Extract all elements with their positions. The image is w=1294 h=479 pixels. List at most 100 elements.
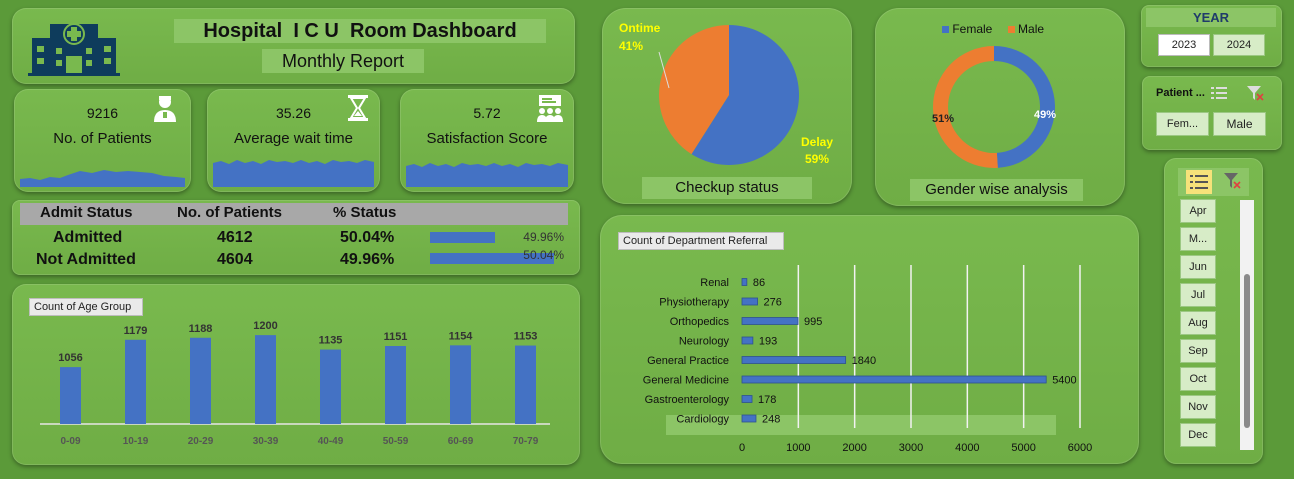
admit-row-pct: 50.04% [340, 229, 395, 246]
patient-option-male[interactable]: Male [1213, 112, 1266, 136]
multi-select-icon[interactable] [1210, 85, 1228, 101]
admit-table-header-count: No. of Patients [177, 204, 283, 221]
age-bar [450, 345, 471, 424]
donut-pct-male: 51% [932, 113, 954, 125]
kpi-card-satisfaction: 5.72 Satisfaction Score [400, 89, 574, 192]
age-bar-label: 1056 [58, 352, 82, 364]
dept-tick-label: 6000 [1068, 442, 1092, 454]
month-option[interactable]: Sep [1180, 339, 1216, 363]
kpi-sparkline [20, 170, 185, 187]
month-option[interactable]: Oct [1180, 367, 1216, 391]
donut-slice-female [994, 46, 1055, 168]
dept-category-label: Cardiology [676, 414, 729, 426]
dept-bar-label: 86 [753, 277, 765, 289]
age-bar [255, 335, 276, 424]
checkup-title: Checkup status [642, 177, 812, 199]
admit-row-status: Not Admitted [36, 251, 136, 268]
age-bar-label: 1151 [384, 331, 408, 343]
age-bar [515, 345, 536, 424]
dept-bar [741, 395, 753, 403]
month-option[interactable]: M... [1180, 227, 1216, 251]
kpi-label: Average wait time [234, 130, 353, 147]
gender-title: Gender wise analysis [910, 179, 1083, 201]
dept-bar [741, 375, 1047, 384]
month-option[interactable]: Dec [1180, 423, 1216, 447]
dept-tick-label: 2000 [842, 442, 866, 454]
month-slicer: Apr M... Jun Jul Aug Sep Oct Nov Dec [1164, 158, 1263, 464]
dept-category-label: Gastroenterology [645, 394, 730, 406]
dept-category-label: General Practice [647, 355, 729, 367]
dept-bar-label: 276 [764, 297, 782, 309]
dept-bar [741, 336, 754, 345]
age-bar-label: 1153 [514, 331, 538, 343]
kpi-sparkline [406, 163, 568, 187]
age-bar-label: 1154 [449, 330, 474, 342]
dept-bar [741, 317, 799, 325]
scrollbar-thumb[interactable] [1244, 274, 1250, 428]
dept-bar-label: 248 [762, 414, 780, 426]
year-slicer-title: YEAR [1146, 8, 1276, 27]
donut-slice-male [932, 46, 998, 168]
hospital-building-icon [28, 23, 120, 76]
dashboard-subtitle: Monthly Report [262, 49, 424, 73]
gender-panel: Female Male 49% 51% Gender wise analysis [875, 8, 1125, 206]
age-bar-label: 1135 [319, 335, 343, 347]
databar-label: 49.96% [523, 230, 564, 244]
patient-gender-slicer: Patient ... Fem... Male [1142, 76, 1282, 150]
dept-category-label: Renal [700, 277, 729, 289]
department-referral-panel: Count of Department Referral 0 1000 2000 30… [600, 215, 1139, 464]
age-bar [320, 349, 341, 424]
year-option-2024[interactable]: 2024 [1213, 34, 1265, 56]
dept-bar-label: 1840 [852, 355, 876, 367]
admit-row-pct: 49.96% [340, 251, 395, 268]
age-tick-label: 70-79 [513, 436, 539, 447]
age-group-panel: Count of Age Group 1056 0-09 1179 10-19 1188… [12, 284, 580, 465]
month-option[interactable]: Jul [1180, 283, 1216, 307]
age-bar [60, 367, 81, 424]
doctor-icon [154, 96, 176, 122]
dept-category-label: Physiotherapy [659, 297, 729, 309]
age-tick-label: 30-39 [253, 436, 279, 447]
age-bar [190, 337, 211, 424]
clear-filter-icon[interactable] [1223, 172, 1241, 190]
month-option[interactable]: Jun [1180, 255, 1216, 279]
age-bar-label: 1188 [189, 323, 213, 335]
admit-row-count: 4604 [217, 251, 253, 268]
checkup-status-panel: Ontime 41% Delay 59% Checkup status [602, 8, 852, 204]
kpi-card-wait-time: 35.26 Average wait time [207, 89, 380, 192]
databar-label: 50.04% [523, 248, 564, 262]
month-option[interactable]: Aug [1180, 311, 1216, 335]
dept-bar [741, 414, 757, 423]
month-option[interactable]: Nov [1180, 395, 1216, 419]
year-slicer: YEAR 2023 2024 [1141, 5, 1282, 67]
dept-bar-label: 5400 [1052, 375, 1076, 387]
databar-fill [430, 232, 495, 243]
multi-select-icon[interactable] [1186, 170, 1212, 194]
age-bar [385, 346, 406, 424]
gender-donut-chart: 49% 51% [932, 46, 1056, 168]
month-option[interactable]: Apr [1180, 199, 1216, 223]
header-panel: Hospital I C U Room Dashboard Monthly Re… [12, 8, 575, 84]
pie-label-delay: Delay [801, 135, 833, 149]
age-bar-label: 1179 [124, 325, 148, 337]
clear-filter-icon[interactable] [1246, 85, 1264, 101]
patient-option-female[interactable]: Fem... [1156, 112, 1209, 136]
admit-row-databar: 50.04% [430, 248, 564, 264]
age-tick-label: 0-09 [60, 436, 80, 447]
dept-tick-label: 5000 [1011, 442, 1035, 454]
admit-row-status: Admitted [53, 229, 123, 246]
department-referral-chart: 0 1000 2000 3000 4000 5000 6000 Renal 86 Physioth… [643, 265, 1092, 454]
hourglass-icon [348, 95, 368, 121]
kpi-label: No. of Patients [53, 130, 152, 147]
month-slicer-scrollbar[interactable] [1240, 200, 1254, 450]
admit-status-panel: Admit Status No. of Patients % Status Ad… [12, 200, 580, 275]
pie-pct-delay: 59% [805, 152, 829, 166]
age-tick-label: 10-19 [123, 436, 149, 447]
year-option-2023[interactable]: 2023 [1158, 34, 1210, 56]
admit-table-header-status: Admit Status [40, 204, 133, 221]
dept-tick-label: 3000 [899, 442, 923, 454]
dept-tick-label: 4000 [955, 442, 979, 454]
dept-category-label: General Medicine [643, 375, 729, 387]
dept-tick-label: 1000 [786, 442, 810, 454]
age-tick-label: 20-29 [188, 436, 214, 447]
